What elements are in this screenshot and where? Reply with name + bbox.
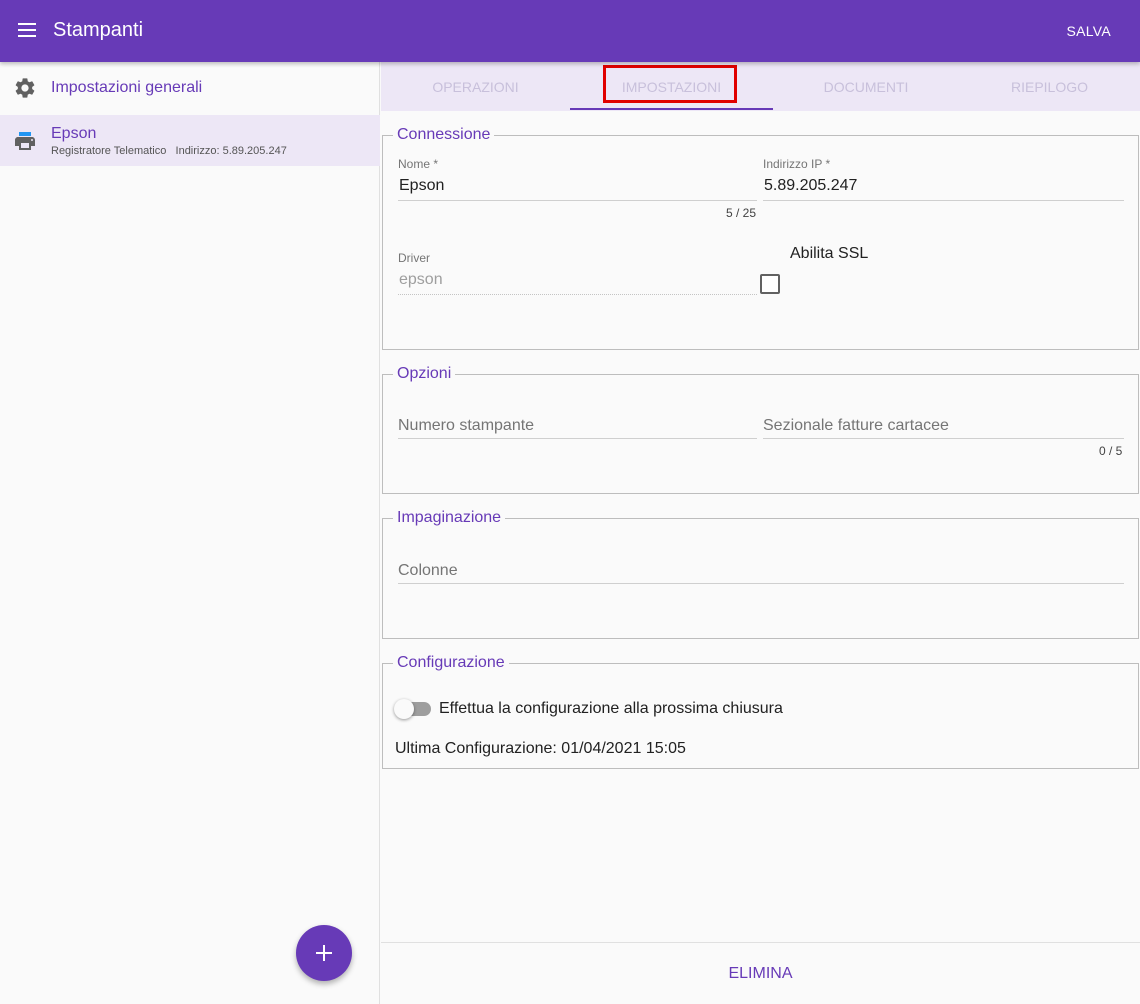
paper-invoice-char-counter: 0 / 5 [1099,444,1123,458]
tab-bar: OPERAZIONI IMPOSTAZIONI DOCUMENTI RIEPIL… [381,62,1140,111]
delete-button[interactable]: ELIMINA [381,943,1140,1004]
toggle-label: Effettua la configurazione alla prossima… [439,700,783,717]
ssl-checkbox[interactable] [760,274,780,294]
sidebar-item-label: Epson [51,125,97,142]
ip-field-underline [763,200,1124,201]
section-title: Impaginazione [397,509,502,526]
save-button[interactable]: SALVA [1066,23,1111,39]
paper-invoice-section-input[interactable]: Sezionale fatture cartacee [763,417,1123,435]
sidebar-item-subtitle: Registratore Telematico Indirizzo: 5.89.… [51,145,287,157]
app-bar: Stampanti SALVA [0,0,1140,62]
last-configuration-text: Ultima Configurazione: 01/04/2021 15:05 [395,740,686,757]
columns-input[interactable]: Colonne [398,562,1122,580]
driver-field-underline [398,294,757,295]
paper-invoice-section-underline [763,438,1124,439]
tab-impostazioni[interactable]: IMPOSTAZIONI [570,62,773,111]
menu-icon[interactable] [14,19,40,43]
printer-icon [15,132,35,150]
tab-riepilogo[interactable]: RIEPILOGO [959,62,1140,111]
section-title: Configurazione [397,654,505,671]
active-tab-indicator [570,108,773,110]
name-field-label: Nome * [398,157,439,171]
columns-underline [398,583,1124,584]
add-printer-button[interactable] [296,925,352,981]
tab-operazioni[interactable]: OPERAZIONI [381,62,570,111]
name-char-counter: 5 / 25 [726,206,757,220]
name-field-underline [398,200,757,201]
driver-field: epson [399,271,443,288]
ip-field-label: Indirizzo IP * [763,157,831,171]
page-title: Stampanti [53,19,144,41]
section-title: Connessione [397,126,491,143]
gear-icon [15,78,35,98]
sidebar-item-label: Impostazioni generali [51,79,203,96]
ip-address-field[interactable]: 5.89.205.247 [764,177,1122,195]
sidebar: Impostazioni generali Epson Registratore… [0,62,380,1004]
plus-icon [316,945,332,961]
section-connessione: Connessione [382,126,1139,350]
footer-bar: ELIMINA [381,942,1140,1004]
ssl-label: Abilita SSL [790,245,869,262]
tab-documenti[interactable]: DOCUMENTI [773,62,959,111]
name-field[interactable]: Epson [399,177,756,195]
sidebar-item-epson[interactable]: Epson Registratore Telematico Indirizzo:… [0,115,380,166]
driver-field-label: Driver [398,251,430,265]
printer-number-input[interactable]: Numero stampante [398,417,756,435]
section-title: Opzioni [397,365,452,382]
sidebar-item-general-settings[interactable]: Impostazioni generali [0,62,380,114]
toggle-thumb[interactable] [394,699,414,719]
printer-number-underline [398,438,757,439]
